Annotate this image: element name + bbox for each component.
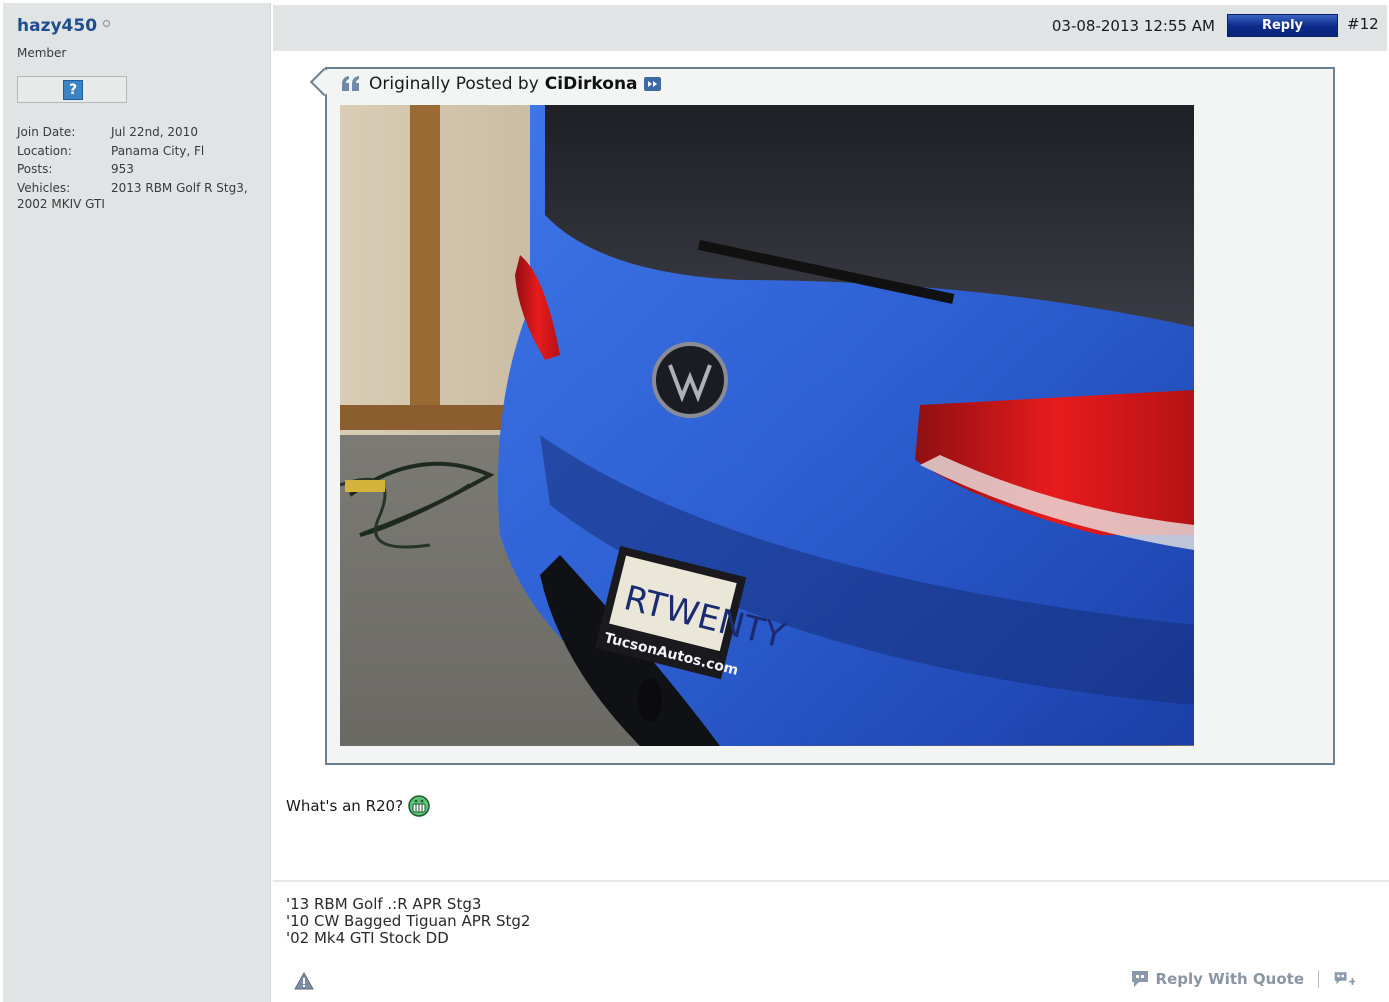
location-value: Panama City, Fl [111,143,205,158]
user-sidebar: hazy450 Member ? Join Date: Jul 22nd, 20… [3,3,271,1002]
quoted-car-photo: RTWENTY TucsonAutos.com [340,105,1194,746]
username-row: hazy450 [17,16,111,36]
reply-with-quote-link[interactable]: Reply With Quote [1156,970,1304,988]
join-date-value: Jul 22nd, 2010 [111,125,198,139]
quote-icon [342,76,359,91]
report-warning-icon[interactable] [294,972,314,990]
vehicles-value: 2013 RBM Golf R Stg3, [111,180,248,195]
signature-line: '02 Mk4 GTI Stock DD [286,929,449,947]
view-post-arrow-icon[interactable] [643,77,661,91]
offline-status-icon [103,19,111,27]
grin-smiley-icon [408,795,430,817]
join-date-row: Join Date: Jul 22nd, 2010 [17,123,267,142]
message-text: What's an R20? [286,797,404,815]
post-message: What's an R20? [286,795,430,817]
user-title: Member [17,46,67,60]
multiquote-plus-icon[interactable] [1333,969,1355,989]
signature: '13 RBM Golf .:R APR Stg3 '10 CW Bagged … [286,896,530,947]
avatar-placeholder-icon: ? [63,80,83,100]
signature-line: '10 CW Bagged Tiguan APR Stg2 [286,912,531,930]
quote-prefix: Originally Posted by [369,74,539,94]
vehicles-row: Vehicles: 2013 RBM Golf R Stg3, [17,181,267,195]
username-link[interactable]: hazy450 [17,16,97,36]
action-separator [1318,970,1319,988]
vehicles-label: Vehicles: [17,180,71,195]
signature-separator [273,880,1389,882]
post-header: 03-08-2013 12:55 AM Reply #12 [273,5,1387,51]
quote-header: Originally Posted by CiDirkona [341,74,661,94]
quote-author: CiDirkona [544,74,638,94]
post-footer-actions: Reply With Quote [1130,969,1359,989]
reply-button[interactable]: Reply [1227,14,1338,37]
user-details: Join Date: Jul 22nd, 2010 Location: Pana… [17,123,267,211]
posts-row: Posts: 953 [17,160,267,179]
signature-line: '13 RBM Golf .:R APR Stg3 [286,895,482,913]
join-date-label: Join Date: [17,125,76,139]
post-date: 03-08-2013 12:55 AM [1051,17,1215,35]
post-number-link[interactable]: #12 [1347,15,1379,33]
location-label: Location: [17,143,72,158]
posts-label: Posts: [17,162,53,176]
vehicles-value-continued: 2002 MKIV GTI [17,196,105,211]
speech-bubble-icon [1131,971,1148,987]
location-row: Location: Panama City, Fl [17,142,267,161]
posts-value: 953 [111,162,134,176]
avatar[interactable]: ? [17,76,127,103]
